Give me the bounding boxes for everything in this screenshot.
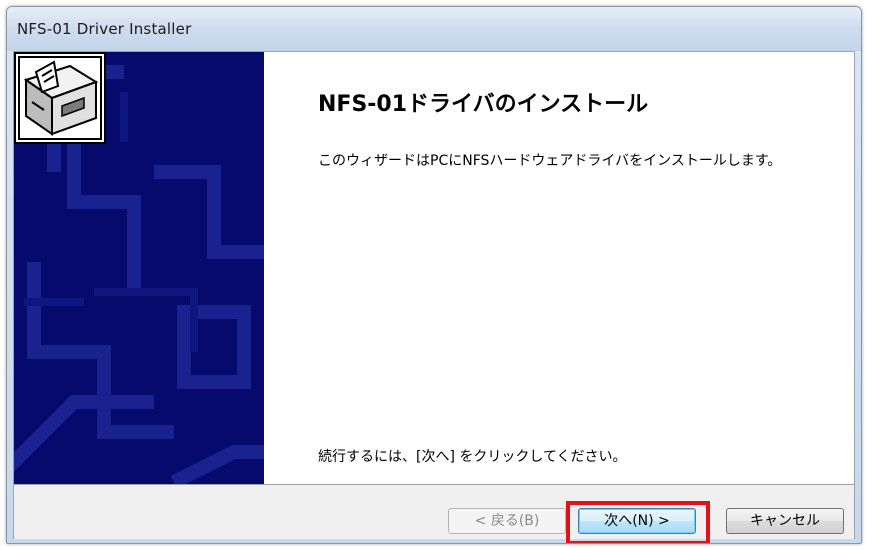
cancel-button[interactable]: キャンセル: [726, 508, 844, 534]
next-button[interactable]: 次へ(N) >: [578, 508, 696, 534]
wizard-heading: NFS-01ドライバのインストール: [318, 92, 649, 117]
wizard-side-banner: [14, 52, 264, 484]
wizard-content: NFS-01ドライバのインストール このウィザードはPCにNFSハードウェアドラ…: [264, 52, 854, 484]
title-bar[interactable]: NFS-01 Driver Installer: [7, 7, 861, 51]
wizard-description: このウィザードはPCにNFSハードウェアドライバをインストールします。: [318, 153, 782, 169]
wizard-button-bar: < 戻る(B) 次へ(N) > キャンセル: [14, 484, 854, 543]
window-title: NFS-01 Driver Installer: [17, 20, 192, 38]
continue-instruction: 続行するには、[次へ] をクリックしてください。: [318, 449, 627, 465]
installer-box-icon: [14, 52, 106, 144]
back-button[interactable]: < 戻る(B): [448, 508, 566, 534]
installer-window: NFS-01 Driver Installer NFS-01ドライバのインストー…: [6, 6, 862, 544]
wizard-client-area: NFS-01ドライバのインストール このウィザードはPCにNFSハードウェアドラ…: [13, 51, 855, 543]
